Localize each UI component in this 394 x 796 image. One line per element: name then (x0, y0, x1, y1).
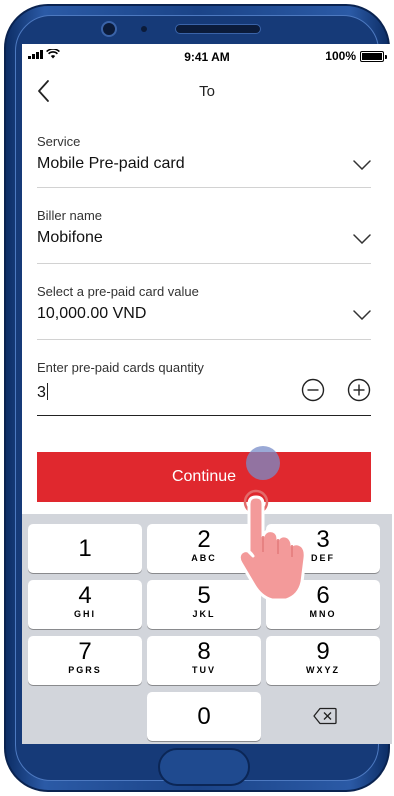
service-value: Mobile Pre-paid card (37, 155, 185, 172)
key-7[interactable]: 7 PGRS (28, 636, 142, 685)
biller-label: Biller name (37, 208, 103, 223)
delete-backspace-icon (313, 707, 337, 725)
front-camera (101, 21, 117, 37)
proximity-sensor (141, 26, 147, 32)
minus-circle-icon[interactable] (301, 378, 325, 402)
battery-percent: 100% (325, 49, 356, 63)
nav-bar: To (22, 68, 392, 114)
quantity-label: Enter pre-paid cards quantity (37, 360, 204, 375)
home-button[interactable] (158, 748, 250, 786)
service-field[interactable]: Service Mobile Pre-paid card (37, 114, 371, 188)
quantity-input[interactable]: 3 (37, 383, 48, 402)
service-label: Service (37, 134, 81, 149)
card-value-value: 10,000.00 VND (37, 305, 147, 322)
tap-indicator (246, 446, 280, 480)
status-right: 100% (325, 49, 387, 63)
plus-circle-icon[interactable] (347, 378, 371, 402)
chevron-down-icon[interactable] (353, 234, 371, 244)
quantity-field[interactable]: Enter pre-paid cards quantity 3 (37, 340, 371, 416)
text-cursor (46, 383, 48, 400)
delete-key[interactable] (266, 692, 380, 741)
page-title: To (199, 83, 215, 100)
key-8[interactable]: 8 TUV (147, 636, 261, 685)
status-bar: 9:41 AM 100% (22, 44, 392, 68)
quantity-value: 3 (37, 384, 46, 401)
card-value-label: Select a pre-paid card value (37, 284, 199, 299)
earpiece-speaker (175, 24, 261, 34)
biller-field[interactable]: Biller name Mobifone (37, 188, 371, 264)
key-9[interactable]: 9 WXYZ (266, 636, 380, 685)
card-value-field[interactable]: Select a pre-paid card value 10,000.00 V… (37, 264, 371, 340)
numeric-keypad: 1 2 ABC 3 DEF 4 GHI 5 JKL 6 MNO 7 PGRS 8… (22, 514, 392, 744)
tap-hand-icon (237, 489, 307, 602)
key-0[interactable]: 0 (147, 692, 261, 741)
chevron-down-icon[interactable] (353, 160, 371, 170)
biller-value: Mobifone (37, 229, 103, 246)
key-4[interactable]: 4 GHI (28, 580, 142, 629)
chevron-down-icon[interactable] (353, 310, 371, 320)
battery-icon (360, 50, 387, 62)
key-1[interactable]: 1 (28, 524, 142, 573)
phone-screen: 9:41 AM 100% To Service Mobile Pre-paid … (22, 44, 392, 744)
